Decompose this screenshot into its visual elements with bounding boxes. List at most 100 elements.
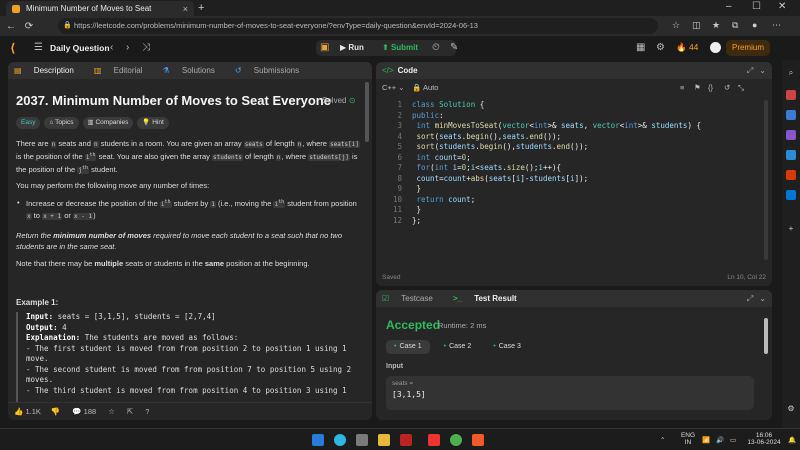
favorites-icon[interactable]: ★ [712,20,720,31]
description-panel: ▤ Description ▥ Editorial ⚗ Solutions ↺ … [8,62,372,420]
drop-icon[interactable] [786,190,796,200]
office-icon[interactable] [786,170,796,180]
submit-button[interactable]: ⬆ Submit [382,43,418,52]
edge-icon[interactable] [334,434,346,446]
language-select[interactable]: C++ ⌄ [382,83,405,92]
code-icon: </> [382,66,394,75]
daily-question-label[interactable]: Daily Question [50,43,110,53]
hint-tag[interactable]: 💡 Hint [137,117,169,129]
reset-icon[interactable]: ↺ [724,83,730,92]
language-indicator[interactable]: ENG IN [678,432,698,446]
minimize-icon[interactable]: – [726,1,732,12]
mcafee-icon[interactable] [400,434,412,446]
example-box: Input: seats = [3,1,5], students = [2,7,… [16,312,361,402]
bookmark-icon[interactable]: ⚑ [694,83,701,92]
shuffle-icon[interactable]: ⤨ [142,42,150,53]
tab-title: Minimum Number of Moves to Seat [26,4,152,13]
file-explorer-icon[interactable] [378,434,390,446]
panel-expand-icon[interactable]: ⤢ [747,294,753,304]
test-tabs: ☑ Testcase >_ Test Result ⤢ ⌄ [376,290,772,307]
tray-chevron-icon[interactable]: ⌃ [660,436,665,444]
collapse-icon[interactable]: ⌄ [759,66,766,75]
shopping-icon[interactable] [786,110,796,120]
back-icon[interactable]: ← [4,21,18,32]
notification-icon[interactable]: 🔔 [788,436,796,444]
result-status: Accepted [386,318,441,332]
next-problem-icon[interactable]: › [126,42,129,53]
chrome-icon[interactable] [450,434,462,446]
profile-icon[interactable]: ● [752,20,757,30]
premium-button[interactable]: Premium [726,40,770,56]
battery-icon[interactable]: ▭ [730,436,736,444]
close-window-icon[interactable]: ✕ [778,1,786,12]
outlook-icon[interactable] [786,150,796,160]
example-title: Example 1: [16,298,59,307]
new-tab-button[interactable]: + [198,2,204,14]
favorite-star-icon[interactable]: ☆ [108,407,115,416]
run-button[interactable]: ▶ Run [340,43,364,52]
browser-tab[interactable]: Minimum Number of Moves to Seat × [6,1,194,16]
start-icon[interactable] [312,434,324,446]
format-icon[interactable]: ≡ [680,83,684,92]
like-button[interactable]: 👍 1.1K [14,407,41,416]
description-scrollbar[interactable] [365,82,369,142]
comments-button[interactable]: 💬 188 [72,407,96,416]
code-scrollbar[interactable] [764,100,768,260]
case-tab-2[interactable]: • Case 2 [436,340,480,354]
case-tab-3[interactable]: • Case 3 [485,340,529,354]
dislike-icon[interactable]: 👎 [51,407,60,416]
expand-icon[interactable]: ⤢ [747,66,753,76]
autosave-indicator: 🔒 Auto [412,83,439,92]
save-status: Saved [382,274,401,281]
solved-badge: Solved ⊙ [322,96,356,105]
timer-icon[interactable]: ⏲ [432,42,440,53]
layout-grid-icon[interactable]: ▦ [636,42,645,53]
leetcode-logo-icon[interactable]: ⟨ [10,41,22,55]
search-icon[interactable]: ⌕ [786,68,796,78]
tab-close-button[interactable]: × [183,4,188,14]
panel-collapse-icon[interactable]: ⌄ [759,294,766,303]
test-scrollbar[interactable] [764,318,768,354]
problem-list-icon[interactable]: ☰ [34,42,43,53]
wifi-icon[interactable]: 📶 [702,436,710,444]
tab-testcase[interactable]: ☑ Testcase [382,294,443,303]
refresh-icon[interactable]: ⟳ [22,21,36,32]
code-editor[interactable]: 1 class Solution { 2 public: 3 int minMove… [376,100,701,226]
streak-counter[interactable]: 🔥 44 [676,42,698,53]
fullscreen-icon[interactable]: ⤡ [738,83,744,93]
taskview-icon[interactable] [356,434,368,446]
volume-icon[interactable]: 🔊 [716,436,724,444]
leetcode-favicon-icon [12,4,20,13]
braces-icon[interactable]: {} [708,83,713,92]
sidebar-settings-icon[interactable]: ⚙ [786,404,796,414]
tab-description[interactable]: ▤ Description [14,66,84,75]
topics-tag[interactable]: ⌂ Topics [44,117,79,129]
url-field[interactable]: 🔒 https://leetcode.com/problems/minimum-… [58,18,658,34]
tab-editorial[interactable]: ▥ Editorial [94,66,153,75]
avatar[interactable] [710,42,721,53]
help-icon[interactable]: ? [145,407,149,416]
case-tab-1[interactable]: • Case 1 [386,340,430,354]
maximize-icon[interactable]: ☐ [752,1,761,12]
tab-submissions[interactable]: ↺ Submissions [235,66,309,75]
notes-icon[interactable]: ✎ [450,42,458,53]
case-tabs: • Case 1 • Case 2 • Case 3 [386,340,529,354]
star-icon[interactable]: ☆ [672,20,680,31]
split-screen-icon[interactable]: ◫ [692,20,701,31]
more-menu-icon[interactable]: ⋯ [772,20,781,31]
debug-icon[interactable]: ▣ [320,42,329,53]
add-sidebar-app-icon[interactable]: + [786,224,796,234]
collections-icon[interactable]: ⧉ [732,20,738,31]
prev-problem-icon[interactable]: ‹ [110,42,113,53]
share-icon[interactable]: ⇱ [127,407,133,416]
tab-solutions[interactable]: ⚗ Solutions [163,66,225,75]
clock[interactable]: 16:06 13-06-2024 [744,432,784,446]
games-icon[interactable] [786,130,796,140]
tools-icon[interactable] [786,90,796,100]
tab-test-result[interactable]: >_ Test Result [453,294,527,303]
difficulty-badge: Easy [16,117,41,129]
brave-icon[interactable] [472,434,484,446]
companies-tag[interactable]: ▥ Companies [82,117,134,129]
settings-icon[interactable]: ⚙ [656,42,665,53]
youtube-icon[interactable] [428,434,440,446]
